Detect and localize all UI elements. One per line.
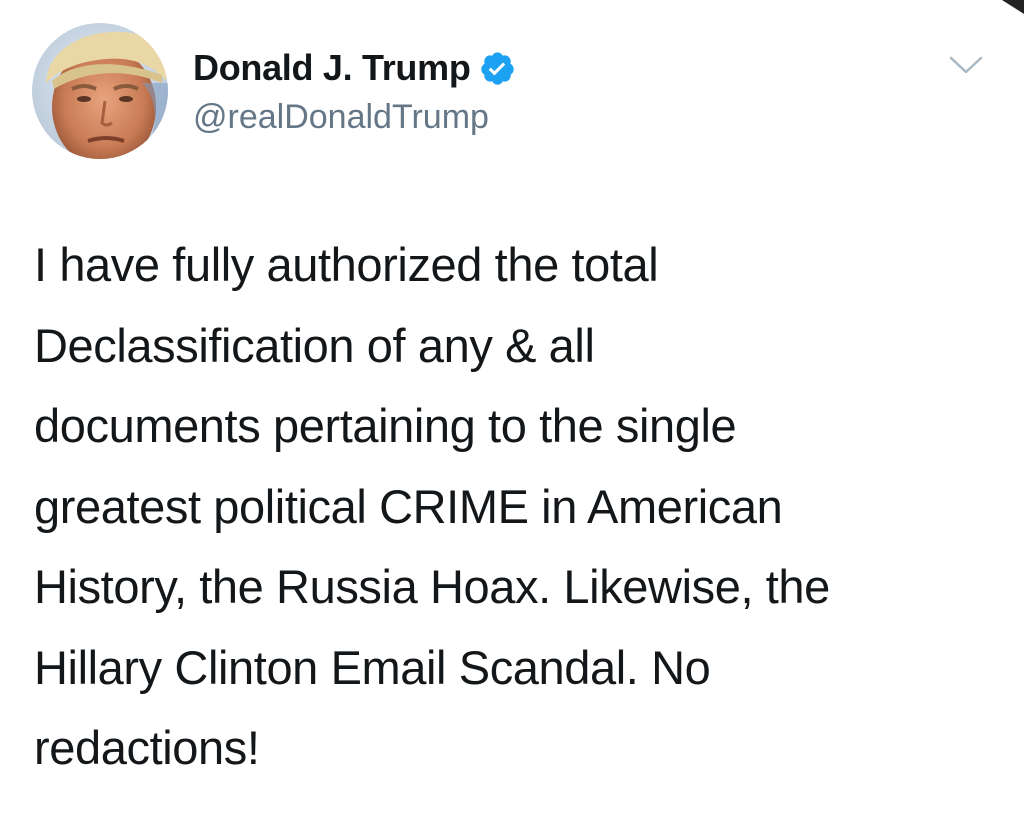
- tweet-text-line: documents pertaining to the single: [34, 399, 737, 452]
- author-handle[interactable]: @realDonaldTrump: [193, 98, 489, 137]
- tweet-text-line: Declassification of any & all: [34, 318, 595, 372]
- tweet-text-line: I have fully authorized the total: [34, 238, 659, 291]
- tweet-text-line: greatest political CRIME in American: [34, 479, 783, 533]
- author-name-row[interactable]: Donald J. Trump: [193, 46, 516, 90]
- author-display-name[interactable]: Donald J. Trump: [193, 47, 471, 89]
- verified-badge-icon: [479, 50, 516, 87]
- profile-photo-icon: [32, 23, 168, 159]
- tweet-text-line: History, the Russia Hoax. Likewise, the: [34, 560, 830, 613]
- tweet-card: Donald J. Trump @realDonaldTrump I have …: [0, 0, 1024, 835]
- tweet-text: I have fully authorized the total Declas…: [34, 225, 994, 789]
- tweet-text-line: redactions!: [34, 721, 260, 774]
- tweet-text-line: Hillary Clinton Email Scandal. No: [34, 640, 711, 694]
- avatar[interactable]: [32, 23, 168, 159]
- corner-decoration: [1002, 0, 1024, 14]
- chevron-down-icon[interactable]: [948, 54, 984, 78]
